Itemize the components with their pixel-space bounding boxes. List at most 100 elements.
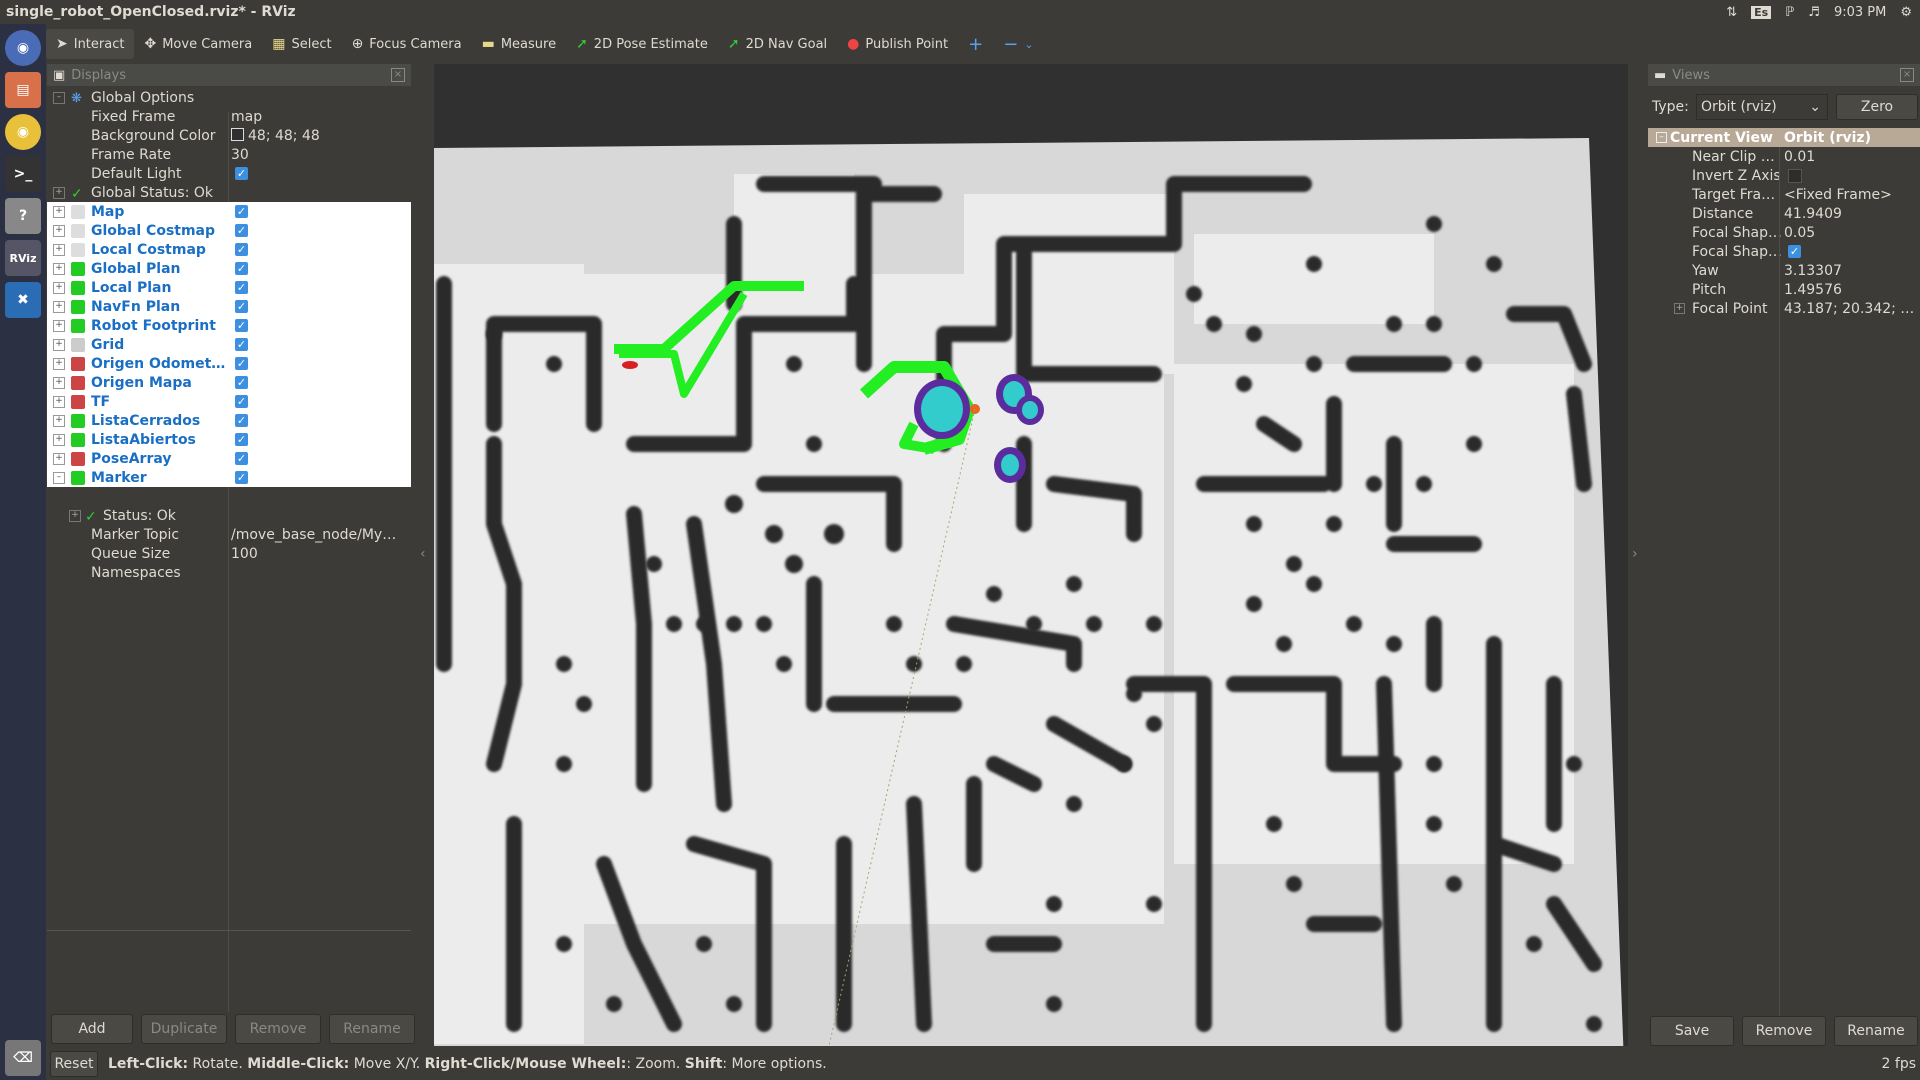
expand-icon[interactable]: + <box>53 186 65 199</box>
select-tool-button[interactable]: ▦ Select <box>262 29 341 59</box>
settings-gear-icon[interactable]: ⚙ <box>1900 5 1912 20</box>
collapse-left-panel-arrow-icon[interactable]: ‹ <box>420 546 426 562</box>
expand-icon[interactable]: + <box>69 509 81 522</box>
view-prop-value[interactable]: 1.49576 <box>1784 282 1842 298</box>
close-panel-icon[interactable]: × <box>1900 68 1914 82</box>
expand-icon[interactable]: + <box>53 319 65 332</box>
interact-tool-button[interactable]: ➤ Interact <box>46 29 135 59</box>
queue-size-row[interactable]: Queue Size 100 <box>47 544 411 563</box>
expand-icon[interactable]: + <box>1674 303 1685 314</box>
collapse-icon[interactable]: – <box>1656 132 1667 143</box>
rename-display-button[interactable]: Rename <box>329 1014 415 1044</box>
display-enable-checkbox[interactable]: ✓ <box>235 376 248 389</box>
expand-icon[interactable]: + <box>53 357 65 370</box>
view-prop-row[interactable]: Focal Shap… 0.05 <box>1648 223 1920 242</box>
focal-shape-checkbox[interactable]: ✓ <box>1788 245 1801 258</box>
volume-icon[interactable]: ♬ <box>1808 5 1820 20</box>
fixed-frame-row[interactable]: Fixed Frame map <box>47 107 411 126</box>
view-prop-row[interactable]: Invert Z Axis <box>1648 166 1920 185</box>
pose-estimate-tool-button[interactable]: ➚ 2D Pose Estimate <box>566 29 718 59</box>
display-enable-checkbox[interactable]: ✓ <box>235 300 248 313</box>
clock[interactable]: 9:03 PM <box>1834 5 1886 20</box>
expand-icon[interactable]: + <box>53 224 65 237</box>
view-prop-row[interactable]: Pitch 1.49576 <box>1648 280 1920 299</box>
keyboard-layout-indicator[interactable]: Es <box>1751 5 1772 19</box>
add-display-button[interactable]: Add <box>51 1014 133 1044</box>
global-status-row[interactable]: + ✓ Global Status: Ok <box>47 183 411 202</box>
view-prop-row[interactable]: Focal Shap… ✓ <box>1648 242 1920 261</box>
display-enable-checkbox[interactable]: ✓ <box>235 414 248 427</box>
collapse-right-panel-arrow-icon[interactable]: › <box>1632 546 1638 562</box>
display-enable-checkbox[interactable]: ✓ <box>235 433 248 446</box>
view-prop-value[interactable]: 43.187; 20.342; … <box>1784 301 1914 317</box>
rviz-app-icon[interactable]: RViz <box>5 240 41 276</box>
marker-status-row[interactable]: + ✓ Status: Ok <box>47 506 411 525</box>
dash-home-icon[interactable]: ◉ <box>5 30 41 66</box>
view-prop-row[interactable]: Target Fra… <Fixed Frame> <box>1648 185 1920 204</box>
vscode-app-icon[interactable]: ✖ <box>5 282 41 318</box>
expand-icon[interactable]: + <box>53 281 65 294</box>
view-prop-row[interactable]: Yaw 3.13307 <box>1648 261 1920 280</box>
fixed-frame-value[interactable]: map <box>231 109 262 125</box>
display-item[interactable]: + Origen Mapa ✓ <box>47 373 411 392</box>
view-prop-value[interactable]: 0.01 <box>1784 149 1815 165</box>
frame-rate-value[interactable]: 30 <box>231 147 249 163</box>
remove-view-button[interactable]: Remove <box>1742 1016 1826 1046</box>
display-item[interactable]: + Global Plan ✓ <box>47 259 411 278</box>
expand-icon[interactable]: + <box>53 243 65 256</box>
focus-camera-tool-button[interactable]: ⊕ Focus Camera <box>342 29 472 59</box>
zero-button[interactable]: Zero <box>1836 94 1918 120</box>
add-tool-button[interactable]: + <box>958 29 993 59</box>
display-item[interactable]: + Local Plan ✓ <box>47 278 411 297</box>
view-prop-value[interactable]: <Fixed Frame> <box>1784 187 1892 203</box>
expand-icon[interactable]: + <box>53 433 65 446</box>
display-enable-checkbox[interactable]: ✓ <box>235 262 248 275</box>
background-color-value[interactable]: 48; 48; 48 <box>231 127 320 144</box>
duplicate-display-button[interactable]: Duplicate <box>141 1014 227 1044</box>
measure-tool-button[interactable]: ▬ Measure <box>472 29 566 59</box>
marker-topic-row[interactable]: Marker Topic /move_base_node/My… <box>47 525 411 544</box>
display-enable-checkbox[interactable]: ✓ <box>235 281 248 294</box>
remove-display-button[interactable]: Remove <box>235 1014 321 1044</box>
reset-button[interactable]: Reset <box>50 1051 98 1077</box>
display-item[interactable]: + TF ✓ <box>47 392 411 411</box>
save-view-button[interactable]: Save <box>1650 1016 1734 1046</box>
expand-icon[interactable]: + <box>53 414 65 427</box>
display-enable-checkbox[interactable]: ✓ <box>235 243 248 256</box>
view-prop-row[interactable]: + Focal Point 43.187; 20.342; … <box>1648 299 1920 318</box>
default-light-row[interactable]: Default Light ✓ <box>47 164 411 183</box>
help-app-icon[interactable]: ? <box>5 198 41 234</box>
background-color-row[interactable]: Background Color 48; 48; 48 <box>47 126 411 145</box>
display-enable-checkbox[interactable]: ✓ <box>235 319 248 332</box>
files-app-icon[interactable]: ▤ <box>5 72 41 108</box>
display-enable-checkbox[interactable]: ✓ <box>235 395 248 408</box>
invert-z-checkbox[interactable] <box>1788 168 1802 183</box>
display-item[interactable]: + NavFn Plan ✓ <box>47 297 411 316</box>
3d-viewport[interactable] <box>434 64 1628 1046</box>
display-item[interactable]: + ListaAbiertos ✓ <box>47 430 411 449</box>
default-light-checkbox[interactable]: ✓ <box>235 167 248 180</box>
network-icon[interactable]: ⇅ <box>1726 5 1737 20</box>
chrome-app-icon[interactable]: ◉ <box>5 114 41 150</box>
remove-tool-button[interactable]: − ⌄ <box>993 29 1043 59</box>
marker-topic-value[interactable]: /move_base_node/My… <box>231 527 396 543</box>
display-enable-checkbox[interactable]: ✓ <box>235 357 248 370</box>
view-prop-value[interactable]: 3.13307 <box>1784 263 1842 279</box>
expand-icon[interactable]: + <box>53 205 65 218</box>
view-type-select[interactable]: Orbit (rviz) ⌄ <box>1696 94 1828 120</box>
bluetooth-icon[interactable]: ℙ <box>1785 5 1794 20</box>
frame-rate-row[interactable]: Frame Rate 30 <box>47 145 411 164</box>
display-item[interactable]: – Marker ✓ <box>47 468 411 487</box>
map-render[interactable] <box>434 64 1628 1046</box>
global-options-row[interactable]: – ❋ Global Options <box>47 88 411 107</box>
move-camera-tool-button[interactable]: ✥ Move Camera <box>134 29 262 59</box>
display-item[interactable]: + PoseArray ✓ <box>47 449 411 468</box>
close-panel-icon[interactable]: × <box>391 68 405 82</box>
current-view-row[interactable]: – Current View Orbit (rviz) <box>1648 128 1920 147</box>
queue-size-value[interactable]: 100 <box>231 546 258 562</box>
namespaces-row[interactable]: Namespaces <box>47 563 411 582</box>
display-item[interactable]: + Map ✓ <box>47 202 411 221</box>
display-enable-checkbox[interactable]: ✓ <box>235 205 248 218</box>
expand-icon[interactable]: + <box>53 300 65 313</box>
rename-view-button[interactable]: Rename <box>1834 1016 1918 1046</box>
